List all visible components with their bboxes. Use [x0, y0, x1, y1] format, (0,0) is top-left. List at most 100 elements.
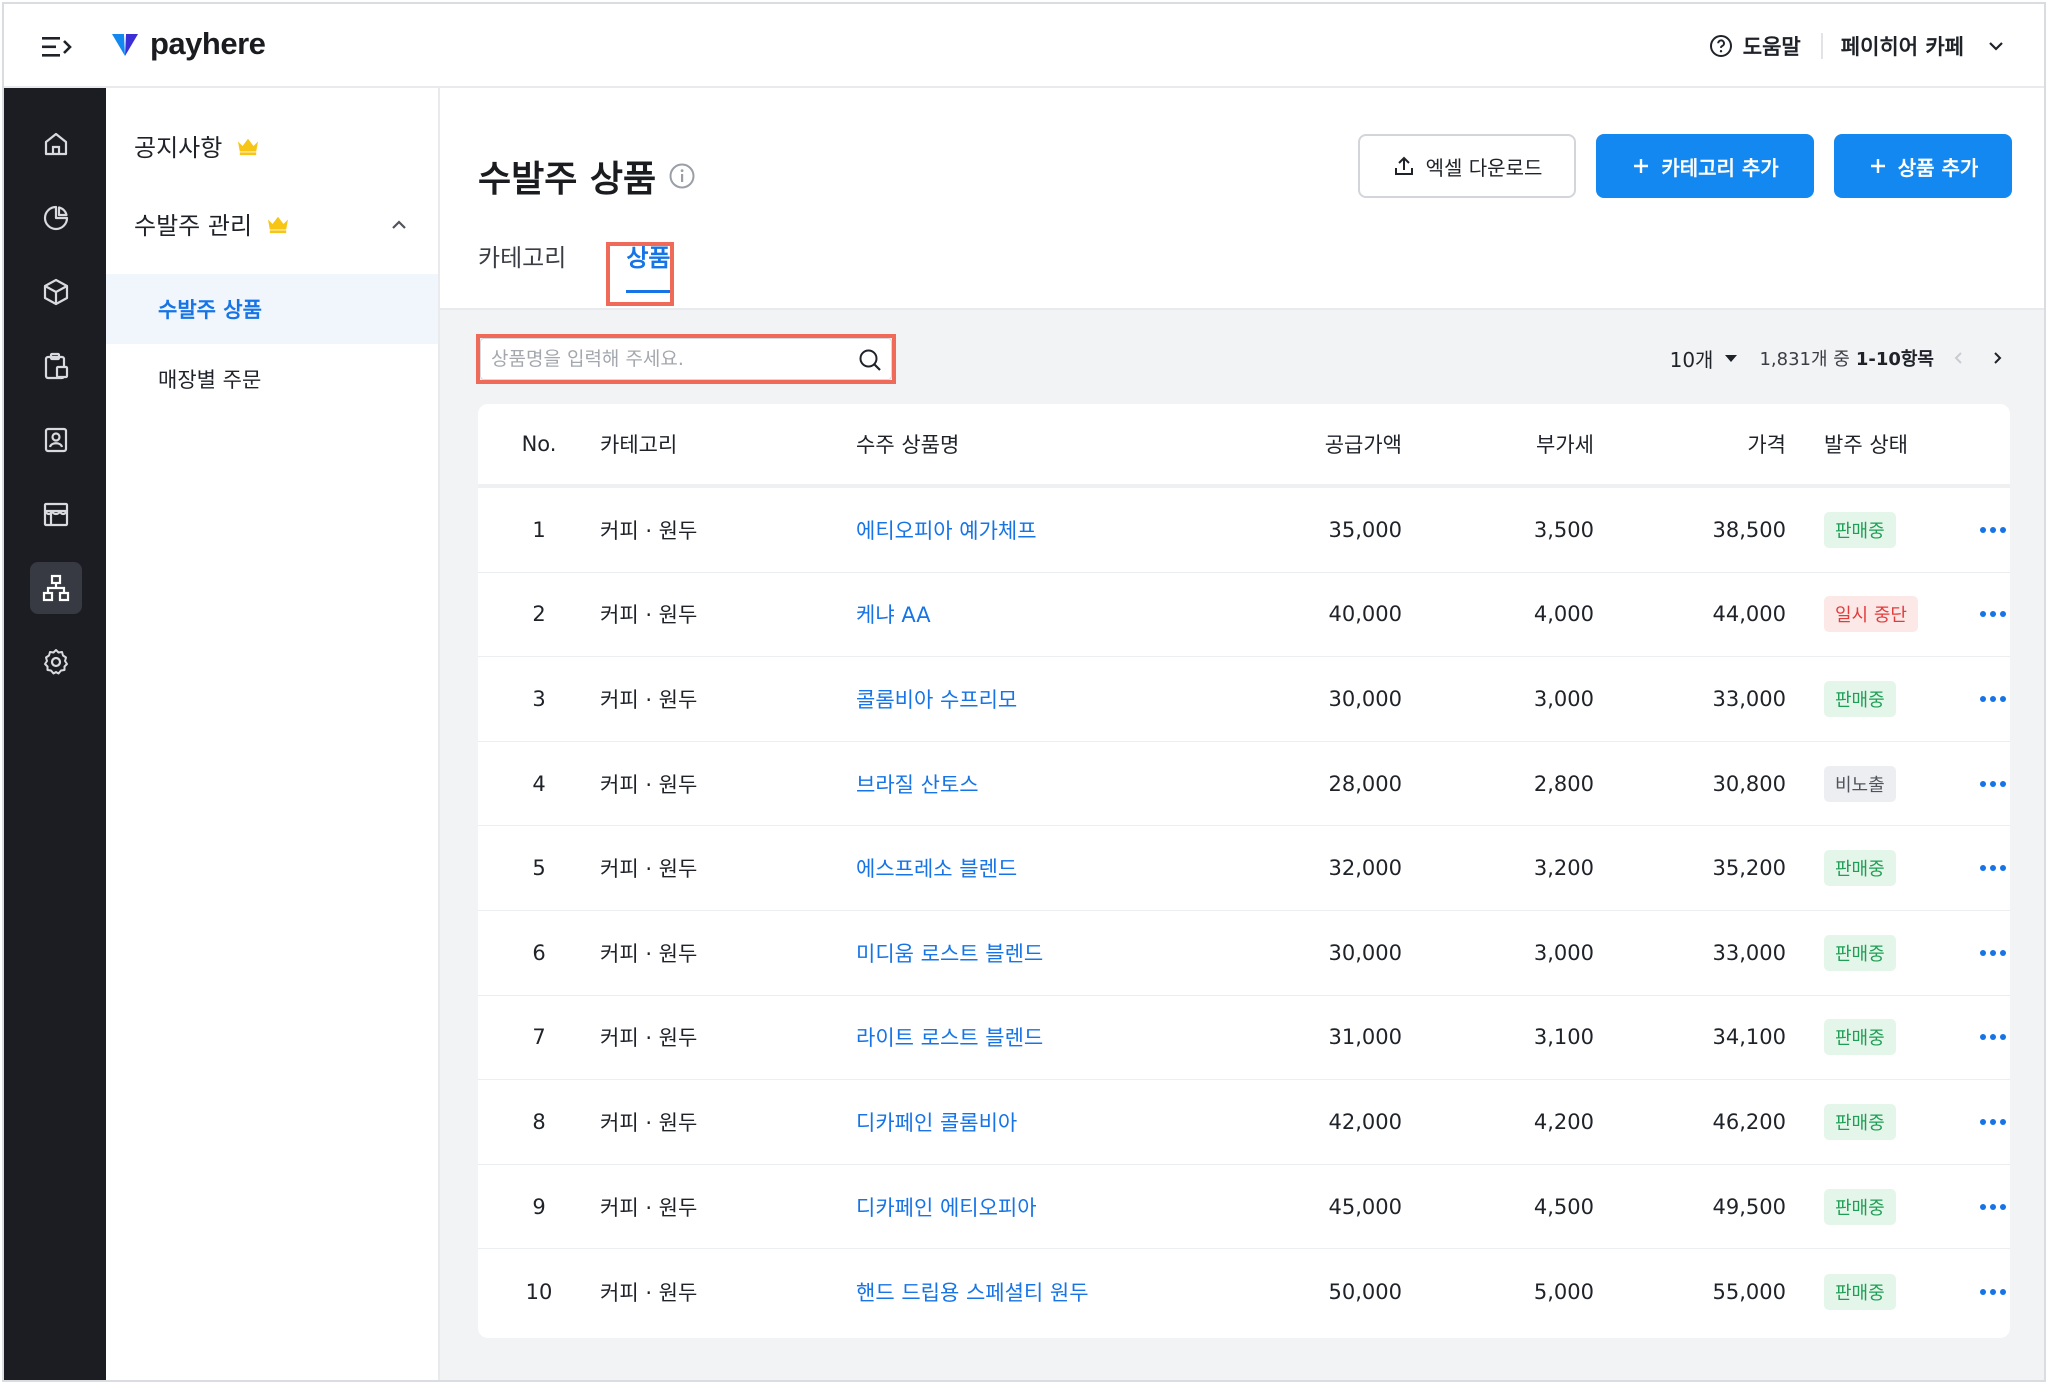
- product-name-link[interactable]: 디카페인 콜롬비아: [856, 1111, 1017, 1135]
- help-button[interactable]: 도움말: [1709, 31, 1801, 61]
- table-header: No. 카테고리 수주 상품명 공급가액 부가세 가격 발주 상태: [478, 404, 2010, 488]
- subnav-item-store-orders[interactable]: 매장별 주문: [106, 344, 438, 414]
- add-product-label: 상품 추가: [1897, 155, 1979, 180]
- nav-orders[interactable]: [30, 340, 82, 392]
- product-name-link[interactable]: 디카페인 에티오피아: [856, 1196, 1037, 1220]
- nav-products[interactable]: [30, 266, 82, 318]
- table-row[interactable]: 4 커피 · 원두 브라질 산토스 28,000 2,800 30,800 비노출: [478, 742, 2010, 827]
- info-icon[interactable]: [668, 162, 696, 190]
- payhere-logo[interactable]: payhere: [110, 26, 266, 62]
- subnav-notice[interactable]: 공지사항: [134, 128, 260, 163]
- more-options-button[interactable]: [1976, 1277, 2010, 1307]
- more-options-button[interactable]: [1976, 599, 2010, 629]
- row-no: 7: [532, 1025, 546, 1050]
- logo-mark-icon: [112, 34, 138, 56]
- excel-download-button[interactable]: 엑셀 다운로드: [1358, 134, 1576, 198]
- crown-icon: [268, 216, 289, 233]
- row-vat: 2,800: [1533, 771, 1594, 796]
- nav-order-management[interactable]: [30, 562, 82, 614]
- more-options-button[interactable]: [1976, 938, 2010, 968]
- nav-home[interactable]: [30, 118, 82, 170]
- search-input[interactable]: [481, 340, 841, 378]
- more-dots-icon: [1980, 949, 2006, 956]
- more-dots-icon: [1980, 1203, 2006, 1210]
- table-row[interactable]: 2 커피 · 원두 케냐 AA 40,000 4,000 44,000 일시 중단: [478, 573, 2010, 658]
- subnav-item-order-products[interactable]: 수발주 상품: [106, 274, 438, 344]
- more-options-button[interactable]: [1976, 515, 2010, 545]
- table-row[interactable]: 9 커피 · 원두 디카페인 에티오피아 45,000 4,500 49,500 판매중: [478, 1165, 2010, 1250]
- add-category-button[interactable]: 카테고리 추가: [1596, 134, 1814, 198]
- row-price: 33,000: [1712, 940, 1786, 965]
- pagination: 10개 1,831개 중 1-10항목: [1670, 338, 2010, 378]
- product-name-link[interactable]: 콜롬비아 수프리모: [856, 688, 1017, 712]
- row-category: 커피 · 원두: [600, 1110, 698, 1135]
- per-page-value: 10개: [1669, 347, 1714, 372]
- more-options-button[interactable]: [1976, 1192, 2010, 1222]
- row-supply: 45,000: [1328, 1194, 1402, 1219]
- table-row[interactable]: 1 커피 · 원두 에티오피아 예가체프 35,000 3,500 38,500 판매중: [478, 488, 2010, 573]
- more-options-button[interactable]: [1976, 1107, 2010, 1137]
- nav-store[interactable]: [30, 488, 82, 540]
- subnav-item-label: 수발주 상품: [158, 298, 262, 322]
- search-icon[interactable]: [857, 347, 883, 373]
- col-category: 카테고리: [600, 433, 678, 457]
- menu-collapse-icon[interactable]: [40, 32, 74, 62]
- table-row[interactable]: 7 커피 · 원두 라이트 로스트 블렌드 31,000 3,100 34,100 판매중: [478, 996, 2010, 1081]
- row-no: 6: [532, 940, 546, 965]
- more-options-button[interactable]: [1976, 684, 2010, 714]
- search-box: [480, 338, 892, 380]
- row-no: 3: [532, 686, 546, 711]
- more-options-button[interactable]: [1976, 853, 2010, 883]
- store-selector[interactable]: 페이히어 카페: [1841, 31, 2006, 61]
- product-name-link[interactable]: 에스프레소 블렌드: [856, 857, 1017, 881]
- product-name-link[interactable]: 케냐 AA: [856, 603, 931, 627]
- chevron-right-icon: [1994, 352, 2002, 364]
- tab-products[interactable]: 상품: [614, 228, 680, 293]
- product-name-link[interactable]: 브라질 산토스: [856, 773, 979, 797]
- row-category: 커피 · 원두: [600, 857, 698, 882]
- tab-category[interactable]: 카테고리: [478, 238, 574, 293]
- nav-stats[interactable]: [30, 192, 82, 244]
- excel-download-label: 엑셀 다운로드: [1425, 155, 1543, 180]
- table-row[interactable]: 6 커피 · 원두 미디움 로스트 블렌드 30,000 3,000 33,000 판매중: [478, 911, 2010, 996]
- table-row[interactable]: 3 커피 · 원두 콜롬비아 수프리모 30,000 3,000 33,000 판매중: [478, 657, 2010, 742]
- upload-icon: [1394, 156, 1413, 175]
- product-name-link[interactable]: 라이트 로스트 블렌드: [856, 1026, 1043, 1050]
- plus-icon: [1634, 159, 1649, 173]
- contact-card-icon: [44, 427, 68, 453]
- add-category-label: 카테고리 추가: [1661, 155, 1779, 180]
- product-name-link[interactable]: 미디움 로스트 블렌드: [856, 942, 1043, 966]
- table-row[interactable]: 5 커피 · 원두 에스프레소 블렌드 32,000 3,200 35,200 판매중: [478, 826, 2010, 911]
- help-circle-icon: [1709, 35, 1732, 57]
- row-vat: 3,000: [1533, 686, 1594, 711]
- col-status: 발주 상태: [1824, 433, 1908, 457]
- row-category: 커피 · 원두: [600, 941, 698, 966]
- subnav-order-management[interactable]: 수발주 관리: [134, 206, 290, 241]
- row-no: 8: [532, 1109, 546, 1134]
- row-supply: 40,000: [1328, 602, 1402, 627]
- nav-settings[interactable]: [30, 636, 82, 688]
- org-chart-icon: [42, 574, 70, 602]
- row-vat: 4,200: [1533, 1109, 1594, 1134]
- more-options-button[interactable]: [1976, 1022, 2010, 1052]
- row-category: 커피 · 원두: [600, 1195, 698, 1220]
- product-name-link[interactable]: 핸드 드립용 스페셜티 원두: [856, 1281, 1089, 1305]
- product-name-link[interactable]: 에티오피아 예가체프: [856, 519, 1037, 543]
- row-category: 커피 · 원두: [600, 772, 698, 797]
- nav-customers[interactable]: [30, 414, 82, 466]
- row-price: 49,500: [1712, 1194, 1786, 1219]
- row-price: 34,100: [1712, 1025, 1786, 1050]
- prev-page-button[interactable]: [1946, 345, 1972, 371]
- row-vat: 4,000: [1533, 602, 1594, 627]
- add-product-button[interactable]: 상품 추가: [1834, 134, 2012, 198]
- list-toolbar: 10개 1,831개 중 1-10항목: [440, 310, 2044, 396]
- table-row[interactable]: 8 커피 · 원두 디카페인 콜롬비아 42,000 4,200 46,200 판매중: [478, 1080, 2010, 1165]
- status-badge: 판매중: [1824, 1019, 1896, 1056]
- more-options-button[interactable]: [1976, 769, 2010, 799]
- row-supply: 35,000: [1328, 517, 1402, 542]
- per-page-select[interactable]: 10개: [1670, 344, 1740, 373]
- chevron-up-icon[interactable]: [388, 214, 410, 236]
- row-price: 30,800: [1712, 771, 1786, 796]
- table-row[interactable]: 10 커피 · 원두 핸드 드립용 스페셜티 원두 50,000 5,000 55,000…: [478, 1249, 2010, 1334]
- next-page-button[interactable]: [1984, 345, 2010, 371]
